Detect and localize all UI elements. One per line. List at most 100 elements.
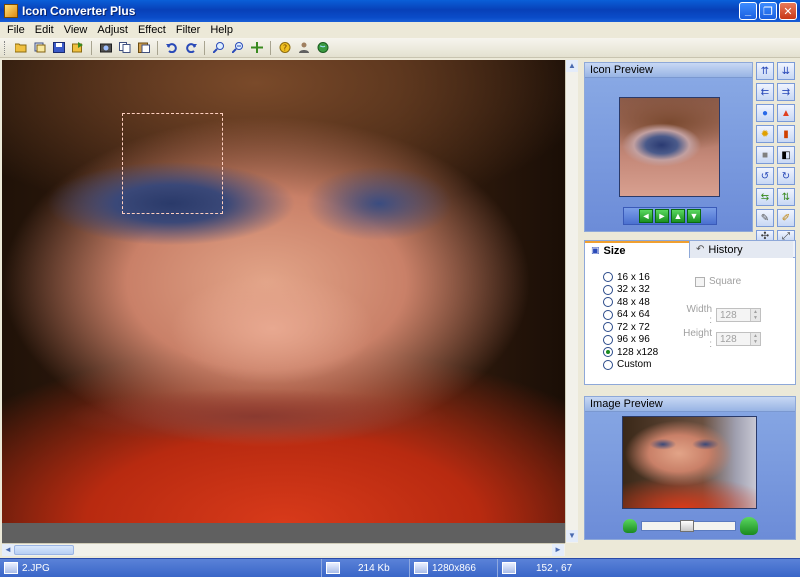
rotate-left-button[interactable]: ↺ [756,167,774,185]
title-bar: Icon Converter Plus _ ❐ ✕ [0,0,800,22]
scroll-up-arrow-icon[interactable]: ▲ [566,60,578,72]
size-option[interactable]: 96 x 96 [603,334,658,347]
open-button[interactable] [12,40,29,56]
pen-button[interactable]: ✎ [756,209,774,227]
web-button[interactable] [314,40,331,56]
flip-down-button[interactable]: ⇊ [777,62,795,80]
radio-button[interactable] [603,284,613,295]
tool-palette: ⇈ ⇊ ⇇ ⇉ ● ▲ ✹ ▮ ■ ◧ ↺ ↻ ⇆ ⇅ ✎ ✐ ✣ ⤢ [756,62,796,242]
blur-button[interactable]: ● [756,104,774,122]
grayscale-button[interactable]: ■ [756,146,774,164]
image-preview-thumbnail[interactable] [622,416,757,509]
save-button[interactable] [50,40,67,56]
menu-file[interactable]: File [2,24,30,36]
size-option[interactable]: 72 x 72 [603,321,658,334]
radio-button[interactable] [603,334,613,345]
radio-button[interactable] [603,359,613,370]
menu-effect[interactable]: Effect [133,24,171,36]
swap-vertical-button[interactable]: ⇅ [777,188,795,206]
zoom-out-button[interactable] [229,40,246,56]
size-history-panel: ▣ Size ↶ History 16 x 16 32 x 32 48 x 48… [584,240,796,385]
undo-button[interactable] [163,40,180,56]
paste-button[interactable] [135,40,152,56]
radio-button[interactable] [603,272,613,283]
levels-button[interactable]: ▮ [777,125,795,143]
invert-button[interactable]: ◧ [777,146,795,164]
square-option[interactable]: Square [695,276,741,287]
size-option[interactable]: 48 x 48 [603,296,658,309]
size-option[interactable]: 64 x 64 [603,309,658,322]
toolbar-separator [157,40,158,55]
height-field[interactable]: 128 ▲ ▼ [716,332,761,346]
menu-help[interactable]: Help [205,24,238,36]
capture-button[interactable] [97,40,114,56]
radio-button[interactable] [603,297,613,308]
menu-edit[interactable]: Edit [30,24,59,36]
menu-filter[interactable]: Filter [171,24,205,36]
right-arrows-icon: ⇉ [781,86,791,98]
photo[interactable] [2,60,565,523]
image-preview-title: Image Preview [585,397,795,412]
brush-button[interactable]: ✐ [777,209,795,227]
height-spin-arrows-icon[interactable]: ▲ ▼ [750,333,760,345]
preview-zoom-control [623,517,758,535]
size-option-label: 16 x 16 [617,271,650,283]
move-up-button[interactable]: ▲ [671,209,685,223]
export-button[interactable] [69,40,86,56]
size-option[interactable]: Custom [603,359,658,372]
app-icon [4,4,18,18]
paste-icon [137,42,150,53]
size-option[interactable]: 16 x 16 [603,271,658,284]
radio-button[interactable] [603,322,613,333]
square-checkbox[interactable] [695,276,705,287]
left-arrows-icon: ⇇ [760,86,770,98]
radio-button[interactable] [603,309,613,320]
maximize-button[interactable]: ❐ [759,2,777,20]
scroll-left-arrow-icon[interactable]: ◄ [2,544,14,556]
fit-button[interactable] [248,40,265,56]
menu-adjust[interactable]: Adjust [92,24,133,36]
preview-zoom-thumb[interactable] [680,520,694,532]
height-value: 128 [720,333,737,345]
copy-button[interactable] [116,40,133,56]
color-button[interactable]: ▲ [777,104,795,122]
help-button[interactable]: ? [276,40,293,56]
scroll-down-arrow-icon[interactable]: ▼ [566,530,578,542]
move-left-button[interactable]: ◄ [639,209,653,223]
tab-history[interactable]: ↶ History [689,241,793,258]
scroll-right-arrow-icon[interactable]: ► [552,544,564,556]
toolbar-grip[interactable] [4,40,7,55]
width-spin-arrows-icon[interactable]: ▲ ▼ [750,309,760,321]
rotate-right-button[interactable]: ↻ [777,167,795,185]
swap-button[interactable]: ⇆ [756,188,774,206]
zoom-in-button[interactable] [210,40,227,56]
size-option[interactable]: 32 x 32 [603,284,658,297]
image-canvas[interactable] [2,60,565,543]
redo-button[interactable] [182,40,199,56]
about-button[interactable] [295,40,312,56]
vertical-scrollbar[interactable]: ▲ ▼ [565,60,578,543]
close-button[interactable]: ✕ [779,2,797,20]
width-field[interactable]: 128 ▲ ▼ [716,308,761,322]
icon-selection-box[interactable] [122,113,223,214]
status-dimensions: 1280x866 [410,558,498,577]
menu-view[interactable]: View [59,24,93,36]
move-right-button[interactable]: ► [655,209,669,223]
size-option[interactable]: 128 x128 [603,346,658,359]
size-option-label: 32 x 32 [617,284,650,296]
browse-button[interactable] [31,40,48,56]
preview-zoom-slider[interactable] [641,520,736,532]
horizontal-scroll-thumb[interactable] [14,545,74,555]
mirror-left-button[interactable]: ⇇ [756,83,774,101]
brightness-button[interactable]: ✹ [756,125,774,143]
radio-button-selected[interactable] [603,347,613,358]
menu-bar: File Edit View Adjust Effect Filter Help [0,22,800,38]
mirror-right-button[interactable]: ⇉ [777,83,795,101]
flip-up-button[interactable]: ⇈ [756,62,774,80]
tab-size[interactable]: ▣ Size [585,241,689,258]
size-tab-icon: ▣ [591,245,600,255]
minimize-button[interactable]: _ [739,2,757,20]
horizontal-scrollbar[interactable]: ◄ ► [2,543,565,556]
move-down-button[interactable]: ▼ [687,209,701,223]
toolbar-separator [91,40,92,55]
